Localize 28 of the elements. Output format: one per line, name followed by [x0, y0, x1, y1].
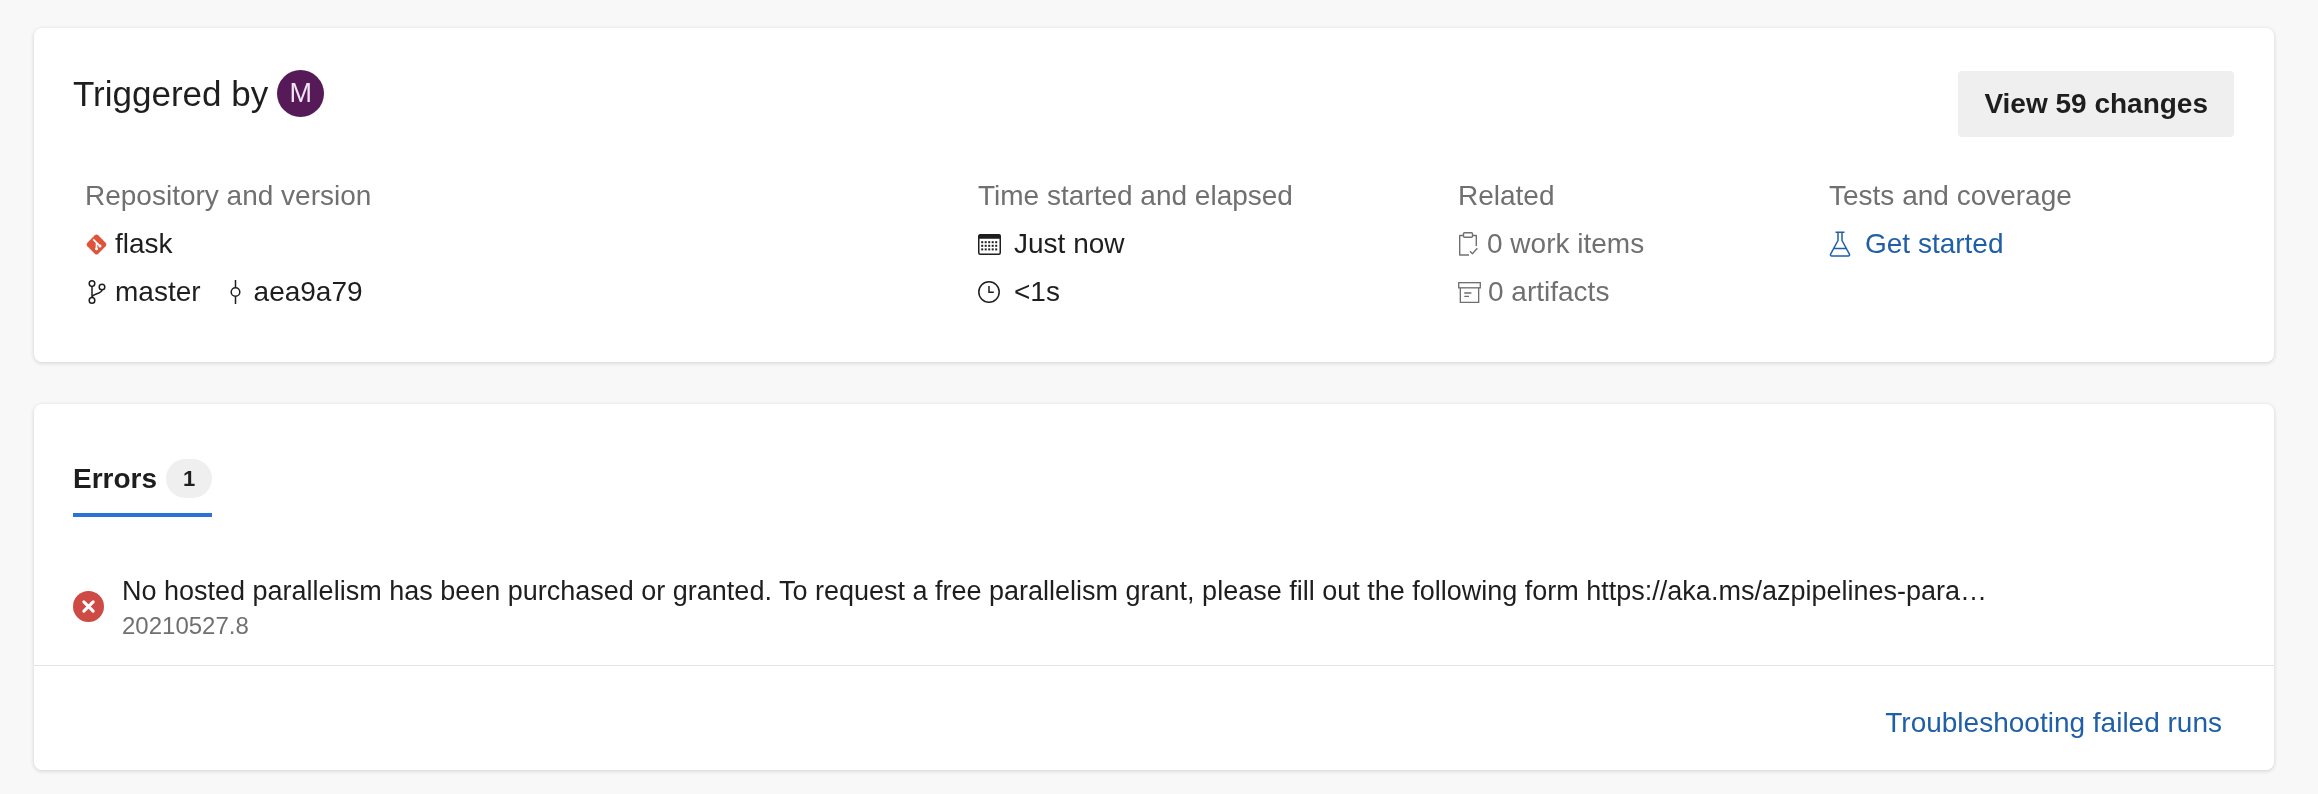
triggered-by-title: Triggered by — [73, 73, 269, 114]
count-badge: 1 — [166, 459, 213, 498]
branch-icon — [88, 280, 106, 304]
repository-name: flask — [115, 228, 173, 260]
commit-hash: aea9a79 — [253, 276, 363, 308]
error-message: No hosted parallelism has been purchased or granted. To request a free parallelism grant, please fill out the following form https://aka.ms/azpipelines-para… — [122, 575, 1987, 608]
view-changes-button[interactable]: View 59 changes — [1958, 71, 2234, 137]
section-label: Related — [1458, 179, 1556, 213]
commit-icon — [229, 280, 241, 304]
clipboard-check-icon — [1458, 232, 1478, 256]
errors-tab[interactable]: Errors 1 — [73, 459, 213, 517]
troubleshooting-link[interactable]: Troubleshooting failed runs — [1885, 706, 2222, 740]
clock-icon — [978, 281, 1000, 303]
section-label: Repository and version — [85, 179, 373, 213]
user-avatar: M — [277, 70, 325, 117]
get-started-link[interactable]: Get started — [1829, 228, 2004, 260]
flask-icon — [1829, 231, 1851, 257]
elapsed-time: <1s — [1014, 276, 1060, 308]
archive-box-icon — [1458, 281, 1481, 303]
branch-name: master — [115, 276, 201, 308]
calendar-icon — [978, 233, 1001, 255]
work-items-count: 0 work items — [1487, 228, 1645, 260]
run-number: 20210527.8 — [122, 611, 250, 641]
error-icon — [73, 591, 104, 622]
section-label: Time started and elapsed — [978, 179, 1294, 213]
artifacts-count: 0 artifacts — [1488, 276, 1610, 308]
section-label: Tests and coverage — [1829, 179, 2073, 213]
start-time: Just now — [1014, 228, 1125, 260]
